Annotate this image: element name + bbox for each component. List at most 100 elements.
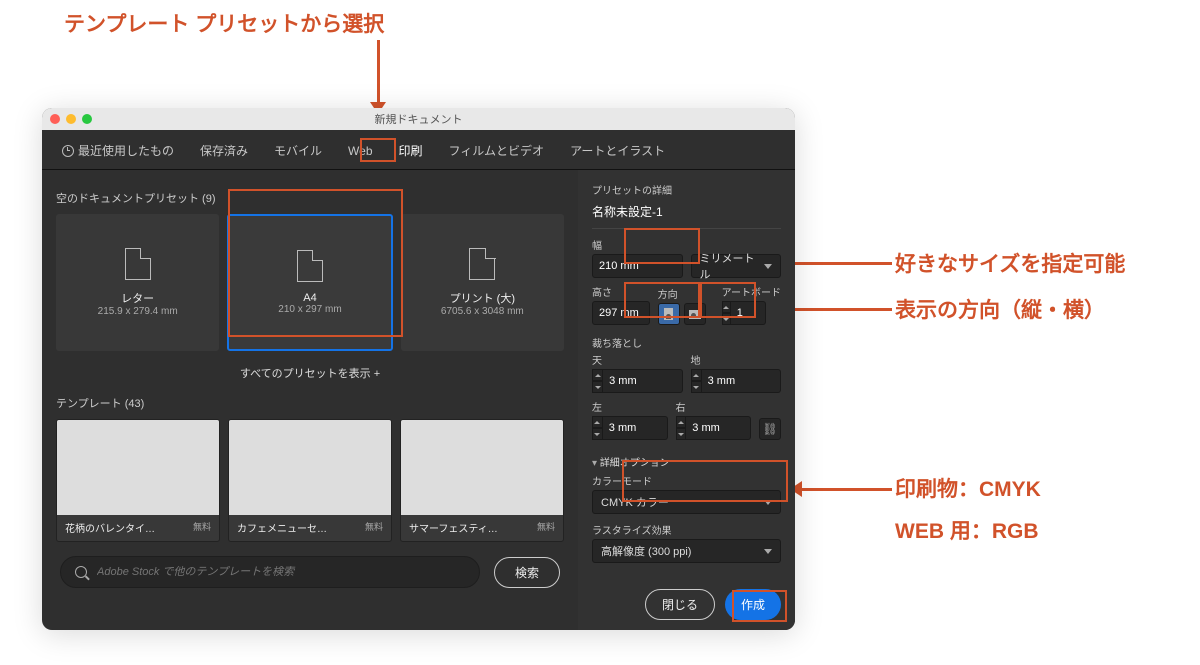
- show-all-presets[interactable]: すべてのプリセットを表示 +: [56, 365, 564, 381]
- link-bleed-button[interactable]: ⛓: [759, 418, 781, 440]
- clock-icon: [62, 145, 74, 157]
- close-button[interactable]: 閉じる: [645, 589, 715, 620]
- tab-recent[interactable]: 最近使用したもの: [56, 138, 180, 163]
- annotation-orientation: 表示の方向（縦・横）: [895, 294, 1105, 324]
- artboard-label: アートボード: [722, 284, 781, 299]
- unit-value: ミリメートル: [700, 250, 765, 282]
- page-icon: [469, 248, 495, 280]
- preset-details-label: プリセットの詳細: [592, 182, 781, 197]
- tab-print[interactable]: 印刷: [393, 138, 429, 163]
- preset-dim: 6705.6 x 3048 mm: [441, 306, 524, 317]
- bleed-bottom-up[interactable]: [691, 369, 702, 381]
- tab-web[interactable]: Web: [342, 140, 378, 162]
- template-thumb: [229, 420, 391, 515]
- colormode-select[interactable]: CMYK カラー: [592, 490, 781, 514]
- bleed-bottom-label: 地: [691, 352, 782, 367]
- bleed-label: 裁ち落とし: [592, 335, 781, 350]
- annotation-colormode1: 印刷物：CMYK: [895, 473, 1041, 503]
- template-thumb: [401, 420, 563, 515]
- page-icon: [125, 248, 151, 280]
- bleed-left-input[interactable]: [603, 416, 668, 440]
- chevron-down-icon: [764, 549, 772, 554]
- bleed-left-down[interactable]: [592, 428, 603, 440]
- preset-name: A4: [278, 292, 341, 304]
- titlebar: 新規ドキュメント: [42, 108, 795, 130]
- template-free: 無料: [537, 520, 555, 535]
- bleed-right-input[interactable]: [686, 416, 751, 440]
- arrow-top-stem: [377, 40, 380, 104]
- bleed-left-label: 左: [592, 399, 668, 414]
- preset-a4[interactable]: A4 210 x 297 mm: [227, 214, 392, 351]
- colormode-value: CMYK カラー: [601, 494, 669, 510]
- template-name: サマーフェスティ…: [409, 520, 498, 535]
- preset-name: レター: [98, 290, 178, 306]
- chevron-down-icon: [764, 264, 772, 269]
- width-label: 幅: [592, 237, 683, 252]
- left-pane: 空のドキュメントプリセット (9) レター 215.9 x 279.4 mm A…: [42, 170, 578, 630]
- colormode-label: カラーモード: [592, 473, 781, 488]
- advanced-options-toggle[interactable]: 詳細オプション: [592, 454, 781, 469]
- preset-dim: 215.9 x 279.4 mm: [98, 306, 178, 317]
- search-box[interactable]: [60, 556, 480, 588]
- document-name[interactable]: 名称未設定-1: [592, 197, 781, 229]
- template-free: 無料: [193, 520, 211, 535]
- templates-label: テンプレート (43): [56, 395, 564, 411]
- annotation-size: 好きなサイズを指定可能: [895, 248, 1125, 278]
- arrow-color-stem: [800, 488, 892, 491]
- preset-dim: 210 x 297 mm: [278, 304, 341, 315]
- height-label: 高さ: [592, 284, 650, 299]
- orientation-portrait[interactable]: [658, 303, 680, 325]
- tab-mobile[interactable]: モバイル: [268, 138, 328, 163]
- artboard-down[interactable]: [722, 313, 731, 325]
- template-thumb: [57, 420, 219, 515]
- height-input[interactable]: [592, 301, 650, 325]
- window-close-icon[interactable]: [50, 114, 60, 124]
- orientation-label: 方向: [658, 286, 714, 301]
- create-button[interactable]: 作成: [725, 589, 781, 620]
- bleed-top-down[interactable]: [592, 381, 603, 393]
- annotation-top: テンプレート プリセットから選択: [64, 8, 384, 38]
- window-minimize-icon[interactable]: [66, 114, 76, 124]
- artboard-up[interactable]: [722, 301, 731, 313]
- new-document-dialog: 新規ドキュメント 最近使用したもの 保存済み モバイル Web 印刷 フィルムと…: [42, 108, 795, 630]
- landscape-icon: [689, 310, 701, 319]
- bleed-top-up[interactable]: [592, 369, 603, 381]
- raster-label: ラスタライズ効果: [592, 522, 781, 537]
- annotation-colormode2: WEB 用：RGB: [895, 515, 1039, 545]
- raster-value: 高解像度 (300 ppi): [601, 543, 691, 559]
- search-icon: [75, 566, 87, 578]
- bleed-bottom-down[interactable]: [691, 381, 702, 393]
- category-tabs: 最近使用したもの 保存済み モバイル Web 印刷 フィルムとビデオ アートとイ…: [42, 130, 795, 170]
- orientation-landscape[interactable]: [684, 303, 706, 325]
- width-input[interactable]: [592, 254, 683, 278]
- tab-saved[interactable]: 保存済み: [194, 138, 254, 163]
- template-summer-fest[interactable]: サマーフェスティ… 無料: [400, 419, 564, 542]
- bleed-right-down[interactable]: [676, 428, 687, 440]
- template-valentine[interactable]: 花柄のバレンタイ… 無料: [56, 419, 220, 542]
- blank-presets-label: 空のドキュメントプリセット (9): [56, 190, 564, 206]
- window-title: 新規ドキュメント: [375, 111, 463, 127]
- portrait-icon: [664, 308, 673, 320]
- search-input[interactable]: [97, 566, 465, 578]
- preset-print-large[interactable]: プリント (大) 6705.6 x 3048 mm: [401, 214, 564, 351]
- window-zoom-icon[interactable]: [82, 114, 92, 124]
- template-name: カフェメニューセ…: [237, 520, 327, 535]
- template-name: 花柄のバレンタイ…: [65, 520, 155, 535]
- right-pane: プリセットの詳細 名称未設定-1 幅 ミリメートル 高さ: [578, 170, 795, 630]
- search-button[interactable]: 検索: [494, 557, 560, 588]
- bleed-top-label: 天: [592, 352, 683, 367]
- tab-film[interactable]: フィルムとビデオ: [443, 138, 551, 163]
- raster-select[interactable]: 高解像度 (300 ppi): [592, 539, 781, 563]
- chevron-down-icon: [764, 500, 772, 505]
- preset-letter[interactable]: レター 215.9 x 279.4 mm: [56, 214, 219, 351]
- bleed-left-up[interactable]: [592, 416, 603, 428]
- unit-select[interactable]: ミリメートル: [691, 254, 782, 278]
- tab-art[interactable]: アートとイラスト: [564, 138, 671, 163]
- bleed-bottom-input[interactable]: [702, 369, 781, 393]
- bleed-top-input[interactable]: [603, 369, 682, 393]
- artboard-input[interactable]: [731, 301, 766, 325]
- template-free: 無料: [365, 520, 383, 535]
- bleed-right-up[interactable]: [676, 416, 687, 428]
- template-cafe-menu[interactable]: カフェメニューセ… 無料: [228, 419, 392, 542]
- bleed-right-label: 右: [676, 399, 752, 414]
